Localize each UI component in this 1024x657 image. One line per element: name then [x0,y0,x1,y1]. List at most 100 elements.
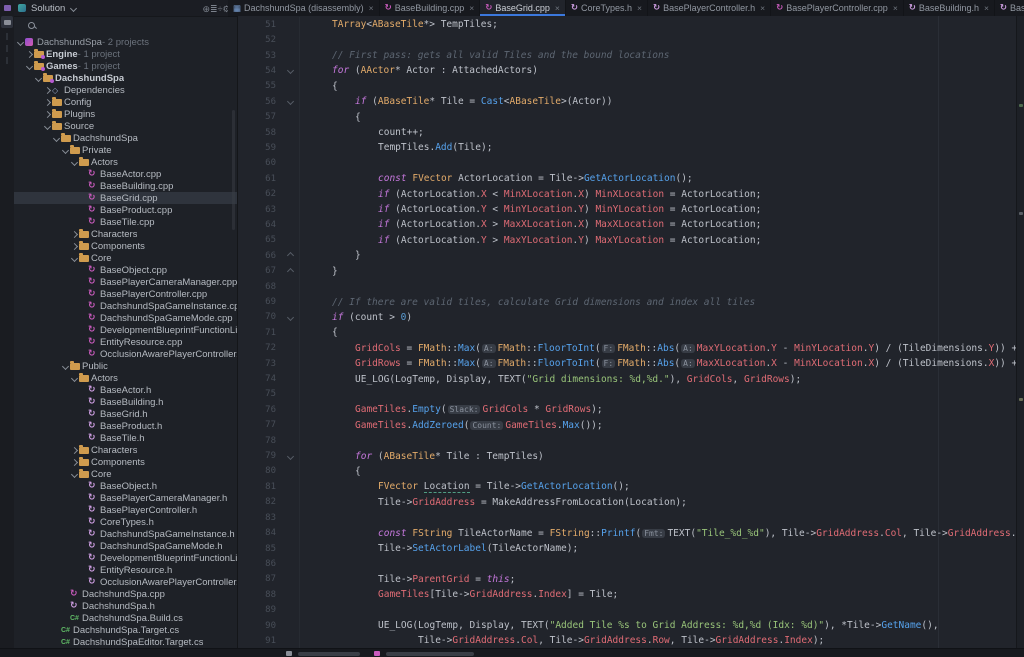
tree-item-dachshundspa-h[interactable]: ↻DachshundSpa.h [14,600,237,612]
line-number[interactable]: 71 [238,328,282,338]
close-icon[interactable]: × [637,3,642,13]
code-line-63[interactable]: 63if (ActorLocation.Y < MinYLocation.Y) … [238,202,1024,217]
tree-item-dachshundspagameinstance-h[interactable]: ↻DachshundSpaGameInstance.h [14,528,237,540]
code-line-85[interactable]: 85Tile->SetActorLabel(TileActorName); [238,541,1024,556]
line-number[interactable]: 55 [238,81,282,91]
line-number[interactable]: 90 [238,621,282,631]
code-line-61[interactable]: 61const FVector ActorLocation = Tile->Ge… [238,171,1024,186]
code-line-65[interactable]: 65if (ActorLocation.Y > MaxYLocation.Y) … [238,233,1024,248]
code-line-76[interactable]: 76GameTiles.Empty(Slack:GridCols * GridR… [238,402,1024,417]
code-line-54[interactable]: 54for (AActor* Actor : AttachedActors) [238,63,1024,78]
chevron-down-icon[interactable] [61,148,70,153]
code-line-53[interactable]: 53// First pass: gets all valid Tiles an… [238,48,1024,63]
tree-item-basegrid-cpp[interactable]: ↻BaseGrid.cpp [14,192,237,204]
tree-item-basebuilding-h[interactable]: ↻BaseBuilding.h [14,396,237,408]
line-number[interactable]: 60 [238,158,282,168]
line-number[interactable]: 62 [238,189,282,199]
tree-item-baseactor-h[interactable]: ↻BaseActor.h [14,384,237,396]
fold-up-icon[interactable] [282,248,300,263]
tree-item-baseplayercameramanager-h[interactable]: ↻BasePlayerCameraManager.h [14,492,237,504]
code-line-51[interactable]: 51TArray<ABaseTile*> TempTiles; [238,17,1024,32]
close-icon[interactable]: × [893,3,898,13]
line-number[interactable]: 83 [238,513,282,523]
tree-item-dachshundspa-cpp[interactable]: ↻DachshundSpa.cpp [14,588,237,600]
project-tool-window-button[interactable] [1,16,13,28]
chevron-right-icon[interactable] [70,448,79,453]
code-line-78[interactable]: 78 [238,433,1024,448]
tree-item-characters[interactable]: Characters [14,444,237,456]
chevron-down-icon[interactable] [61,364,70,369]
line-number[interactable]: 81 [238,482,282,492]
code-line-87[interactable]: 87Tile->ParentGrid = this; [238,572,1024,587]
line-number[interactable]: 85 [238,544,282,554]
tree-item-basebuilding-cpp[interactable]: ↻BaseBuilding.cpp [14,180,237,192]
tree-item-dachshundspaeditor-target-cs[interactable]: C#DachshundSpaEditor.Target.cs [14,636,237,648]
tree-item-baseplayercontroller-h[interactable]: ↻BasePlayerController.h [14,504,237,516]
tab-dachshundspa-disassembly-[interactable]: ▦DachshundSpa (disassembly)× [228,0,380,16]
line-number[interactable]: 56 [238,97,282,107]
locate-file-button[interactable]: ⊕ [202,4,210,14]
close-icon[interactable]: × [984,3,989,13]
tree-item-plugins[interactable]: Plugins [14,108,237,120]
close-icon[interactable]: × [469,3,474,13]
chevron-right-icon[interactable] [43,100,52,105]
code-line-67[interactable]: 67} [238,264,1024,279]
chevron-right-icon[interactable] [25,52,34,57]
line-number[interactable]: 87 [238,574,282,584]
tree-item-entityresource-h[interactable]: ↻EntityResource.h [14,564,237,576]
code-line-72[interactable]: 72GridCols = FMath::Max(A:FMath::FloorTo… [238,341,1024,356]
tree-item-occlusionawareplayercontroller-h[interactable]: ↻OcclusionAwarePlayerController.h [14,576,237,588]
tree-item-dachshundspa[interactable]: DachshundSpa - 2 projects [14,36,237,48]
tree-item-engine[interactable]: Engine - 1 project [14,48,237,60]
code-line-74[interactable]: 74UE_LOG(LogTemp, Display, TEXT("Grid di… [238,371,1024,386]
code-line-90[interactable]: 90UE_LOG(LogTemp, Display, TEXT("Added T… [238,618,1024,633]
fold-down-icon[interactable] [282,310,300,325]
chevron-down-icon[interactable] [16,40,25,45]
solution-icon[interactable] [1,2,13,14]
line-number[interactable]: 66 [238,251,282,261]
tree-item-baseproduct-h[interactable]: ↻BaseProduct.h [14,420,237,432]
tree-item-dachshundspagameinstance-cpp[interactable]: ↻DachshundSpaGameInstance.cpp [14,300,237,312]
breadcrumb-partial[interactable] [386,652,474,656]
code-line-52[interactable]: 52 [238,32,1024,47]
chevron-right-icon[interactable] [70,460,79,465]
fold-down-icon[interactable] [282,63,300,78]
line-number[interactable]: 64 [238,220,282,230]
tree-item-characters[interactable]: Characters [14,228,237,240]
tree-item-baseplayercameramanager-cpp[interactable]: ↻BasePlayerCameraManager.cpp [14,276,237,288]
line-number[interactable]: 68 [238,282,282,292]
line-number[interactable]: 86 [238,559,282,569]
chevron-down-icon[interactable] [70,160,79,165]
tab-basegrid-cpp[interactable]: ↻BaseGrid.cpp× [480,0,566,16]
error-stripe[interactable] [1016,16,1024,648]
tree-item-baseobject-h[interactable]: ↻BaseObject.h [14,480,237,492]
tree-item-basegrid-h[interactable]: ↻BaseGrid.h [14,408,237,420]
code-line-81[interactable]: 81FVector Location = Tile->GetActorLocat… [238,479,1024,494]
line-number[interactable]: 65 [238,235,282,245]
tree-item-baseproduct-cpp[interactable]: ↻BaseProduct.cpp [14,204,237,216]
code-line-70[interactable]: 70if (count > 0) [238,310,1024,325]
fold-up-icon[interactable] [282,264,300,279]
line-number[interactable]: 53 [238,51,282,61]
tree-item-source[interactable]: Source [14,120,237,132]
code-line-77[interactable]: 77GameTiles.AddZeroed(Count:GameTiles.Ma… [238,418,1024,433]
line-number[interactable]: 61 [238,174,282,184]
line-number[interactable]: 76 [238,405,282,415]
fold-down-icon[interactable] [282,94,300,109]
tree-item-actors[interactable]: Actors [14,372,237,384]
code-line-84[interactable]: 84const FString TileActorName = FString:… [238,525,1024,540]
code-line-68[interactable]: 68 [238,279,1024,294]
tree-item-config[interactable]: Config [14,96,237,108]
chevron-right-icon[interactable] [43,112,52,117]
code-line-64[interactable]: 64if (ActorLocation.X > MaxXLocation.X) … [238,217,1024,232]
tree-item-basetile-cpp[interactable]: ↻BaseTile.cpp [14,216,237,228]
code-line-58[interactable]: 58count++; [238,125,1024,140]
code-line-59[interactable]: 59TempTiles.Add(Tile); [238,140,1024,155]
close-icon[interactable]: × [369,3,374,13]
line-number[interactable]: 89 [238,605,282,615]
code-line-83[interactable]: 83 [238,510,1024,525]
tree-item-baseobject-cpp[interactable]: ↻BaseObject.cpp [14,264,237,276]
tab-baseproduct-h[interactable]: ↻BaseProduct.h× [995,0,1024,16]
expand-all-button[interactable]: ≣ [210,4,218,14]
line-number[interactable]: 54 [238,66,282,76]
